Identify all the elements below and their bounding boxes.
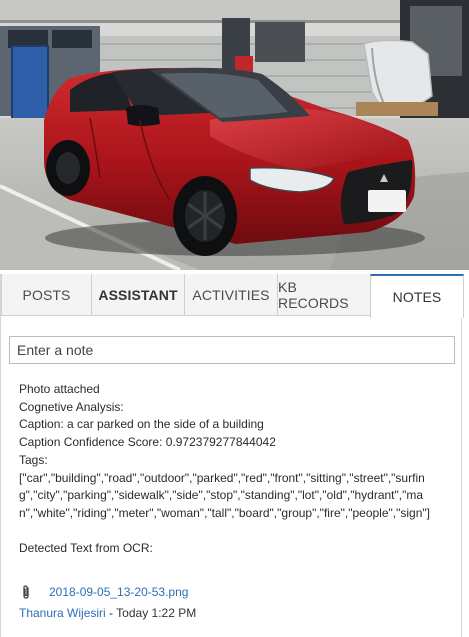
tab-posts[interactable]: POSTS xyxy=(1,274,92,316)
tab-assistant-label: ASSISTANT xyxy=(98,286,178,303)
tab-assistant[interactable]: ASSISTANT xyxy=(91,274,185,316)
note-line-ocr-heading: Detected Text from OCR: xyxy=(19,541,153,556)
attachment-link[interactable]: 2018-09-05_13-20-53.png xyxy=(49,585,188,599)
note-line-photo-attached: Photo attached xyxy=(19,382,100,396)
tab-kb-records[interactable]: KB RECORDS xyxy=(277,274,371,316)
note-input[interactable] xyxy=(9,336,455,364)
tab-kb-records-label: KB RECORDS xyxy=(278,278,349,311)
tab-notes-label: NOTES xyxy=(392,289,442,305)
tab-activities-label: ACTIVITIES xyxy=(192,286,270,303)
tab-notes[interactable]: NOTES xyxy=(370,274,464,318)
note-line-confidence: Caption Confidence Score: 0.972379277844… xyxy=(19,435,276,450)
attachment-row: 2018-09-05_13-20-53.png xyxy=(19,584,188,600)
tab-posts-label: POSTS xyxy=(22,286,71,303)
note-timestamp: Today 1:22 PM xyxy=(116,606,197,620)
note-meta: Thanura Wijesiri - Today 1:22 PM xyxy=(19,606,196,620)
tab-activities[interactable]: ACTIVITIES xyxy=(184,274,278,316)
note-line-tags-heading: Tags: xyxy=(19,452,48,467)
meta-separator: - xyxy=(109,606,114,620)
note-tags-list: ["car","building","road","outdoor","park… xyxy=(19,470,430,520)
note-author-link[interactable]: Thanura Wijesiri xyxy=(19,606,106,620)
attached-photo[interactable] xyxy=(0,0,469,270)
note-line-caption: Caption: a car parked on the side of a b… xyxy=(19,417,264,432)
car-photo-image xyxy=(0,0,469,270)
notes-panel: Photo attached Cognetive Analysis: Capti… xyxy=(0,318,462,637)
note-content: Photo attached Cognetive Analysis: Capti… xyxy=(19,381,449,558)
paperclip-icon xyxy=(23,585,29,599)
note-line-analysis-heading: Cognetive Analysis: xyxy=(19,399,124,414)
tab-bar: POSTS ASSISTANT ACTIVITIES KB RECORDS NO… xyxy=(0,274,464,318)
